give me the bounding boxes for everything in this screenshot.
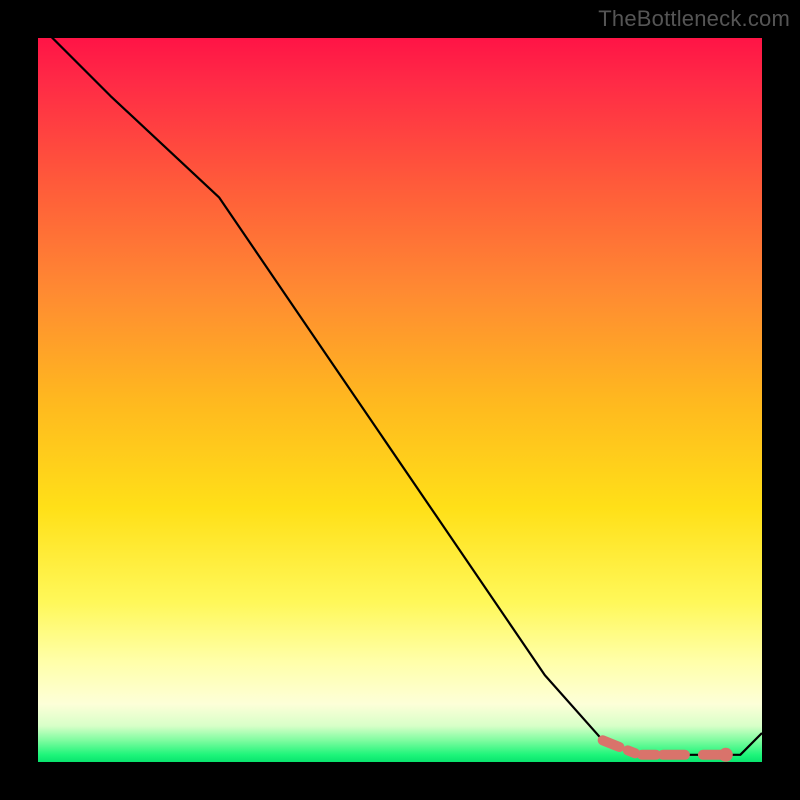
tail-highlight-segment [603, 740, 726, 755]
chart-frame: TheBottleneck.com [0, 0, 800, 800]
main-series-line [38, 38, 762, 755]
watermark-text: TheBottleneck.com [598, 6, 790, 32]
plot-area [38, 38, 762, 762]
tail-end-dot [719, 748, 733, 762]
chart-overlay [38, 38, 762, 762]
